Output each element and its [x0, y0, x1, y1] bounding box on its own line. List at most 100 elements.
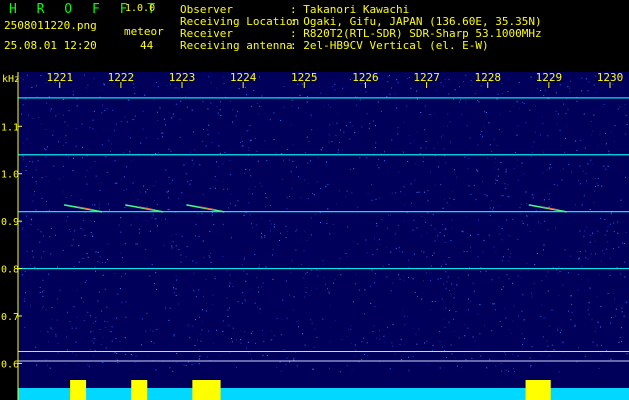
- noise-speckle: [509, 111, 511, 112]
- noise-speckle: [485, 112, 487, 113]
- noise-speckle: [504, 183, 506, 185]
- noise-speckle: [386, 276, 388, 278]
- noise-speckle: [384, 341, 386, 343]
- meteor-count: 44: [140, 39, 154, 52]
- noise-speckle: [398, 247, 400, 249]
- noise-speckle: [80, 297, 82, 299]
- noise-speckle: [615, 315, 617, 317]
- noise-speckle: [138, 245, 140, 247]
- noise-speckle: [185, 255, 187, 257]
- noise-speckle: [247, 341, 249, 343]
- noise-speckle: [547, 135, 549, 137]
- noise-speckle: [507, 196, 509, 198]
- noise-speckle: [227, 309, 229, 311]
- noise-speckle: [363, 337, 365, 339]
- noise-speckle: [297, 83, 299, 85]
- noise-speckle: [111, 340, 113, 342]
- noise-speckle: [208, 76, 210, 78]
- noise-speckle: [521, 174, 523, 176]
- noise-speckle: [453, 198, 455, 200]
- noise-speckle: [409, 98, 411, 100]
- noise-speckle: [408, 370, 410, 372]
- noise-speckle: [241, 264, 243, 266]
- noise-speckle: [338, 274, 340, 276]
- noise-speckle: [420, 236, 422, 238]
- noise-speckle: [218, 145, 220, 147]
- noise-speckle: [23, 149, 25, 151]
- noise-speckle: [512, 321, 514, 322]
- noise-speckle: [166, 191, 168, 193]
- noise-speckle: [453, 98, 454, 100]
- noise-speckle: [403, 275, 405, 277]
- noise-speckle: [179, 119, 181, 121]
- noise-speckle: [97, 251, 99, 253]
- noise-speckle: [477, 256, 479, 258]
- noise-speckle: [295, 230, 297, 232]
- noise-speckle: [497, 175, 499, 177]
- noise-speckle: [175, 275, 177, 277]
- noise-speckle: [440, 265, 442, 267]
- noise-speckle: [281, 318, 283, 320]
- noise-speckle: [404, 344, 406, 346]
- noise-speckle: [40, 231, 42, 233]
- noise-speckle: [191, 159, 193, 161]
- noise-speckle: [317, 275, 319, 277]
- noise-speckle: [248, 188, 250, 190]
- noise-speckle: [453, 330, 455, 332]
- noise-speckle: [449, 197, 451, 199]
- noise-speckle: [106, 321, 108, 323]
- noise-speckle: [589, 241, 591, 243]
- noise-speckle: [71, 170, 73, 172]
- noise-speckle: [175, 288, 177, 290]
- noise-speckle: [535, 106, 536, 107]
- noise-speckle: [396, 101, 398, 103]
- noise-speckle: [108, 243, 110, 245]
- noise-speckle: [332, 122, 334, 124]
- noise-speckle: [498, 277, 500, 279]
- noise-speckle: [92, 128, 94, 130]
- noise-speckle: [153, 283, 155, 284]
- noise-speckle: [112, 109, 114, 111]
- noise-speckle: [395, 353, 397, 355]
- noise-speckle: [242, 145, 244, 146]
- noise-speckle: [488, 234, 490, 236]
- noise-speckle: [202, 101, 204, 103]
- noise-speckle: [203, 129, 205, 130]
- noise-speckle: [598, 367, 600, 369]
- noise-speckle: [153, 99, 155, 101]
- noise-speckle: [392, 282, 394, 284]
- noise-speckle: [81, 123, 83, 125]
- noise-speckle: [346, 266, 348, 268]
- noise-speckle: [370, 285, 372, 287]
- noise-speckle: [520, 213, 522, 215]
- noise-speckle: [210, 253, 212, 254]
- noise-speckle: [590, 159, 592, 161]
- noise-speckle: [593, 202, 595, 204]
- noise-speckle: [199, 164, 201, 166]
- noise-speckle: [304, 151, 306, 153]
- noise-speckle: [446, 125, 448, 127]
- noise-speckle: [113, 129, 115, 131]
- noise-speckle: [466, 125, 468, 127]
- noise-speckle: [194, 319, 196, 321]
- noise-speckle: [262, 330, 263, 331]
- noise-speckle: [58, 178, 60, 180]
- noise-speckle: [569, 87, 571, 89]
- noise-speckle: [494, 158, 496, 160]
- noise-speckle: [212, 294, 214, 296]
- noise-speckle: [178, 249, 180, 250]
- noise-speckle: [73, 271, 75, 273]
- noise-speckle: [193, 356, 195, 358]
- noise-speckle: [175, 103, 177, 105]
- noise-speckle: [498, 205, 500, 207]
- noise-speckle: [582, 170, 584, 172]
- noise-speckle: [395, 192, 397, 194]
- noise-speckle: [120, 217, 122, 219]
- noise-speckle: [197, 213, 199, 215]
- noise-speckle: [126, 166, 128, 168]
- noise-speckle: [514, 152, 516, 153]
- noise-speckle: [213, 105, 214, 107]
- noise-speckle: [339, 142, 340, 144]
- noise-speckle: [261, 232, 262, 234]
- noise-speckle: [587, 163, 589, 165]
